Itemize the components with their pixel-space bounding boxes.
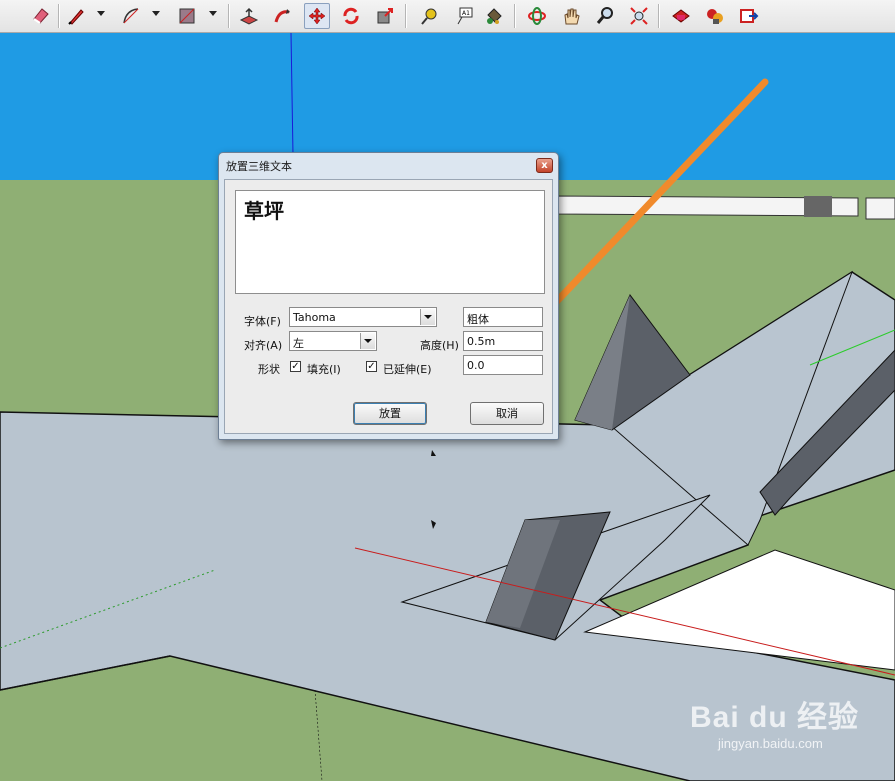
rotate-icon[interactable] (338, 3, 364, 29)
height-input[interactable]: 0.5m (463, 331, 543, 351)
eraser-icon[interactable] (28, 3, 54, 29)
zoom-icon[interactable] (592, 3, 618, 29)
align-select[interactable]: 左 (289, 331, 377, 351)
text-icon[interactable]: A1 (451, 3, 477, 29)
move-icon[interactable] (304, 3, 330, 29)
shape-label: 形状 (258, 363, 280, 376)
arc-dropdown[interactable] (152, 11, 160, 16)
components-icon[interactable] (702, 3, 728, 29)
font-select[interactable]: Tahoma (289, 307, 437, 327)
extrude-label: 已延伸(E) (383, 363, 432, 376)
height-label: 高度(H) (420, 339, 459, 352)
dialog-body: 草坪 字体(F) Tahoma 粗体 对齐(A) 左 高度(H) 0.5m 形状… (224, 179, 553, 434)
chevron-down-icon (420, 309, 435, 325)
chevron-down-icon (360, 333, 375, 349)
place-3d-text-dialog: 放置三维文本 x 草坪 字体(F) Tahoma 粗体 对齐(A) 左 高度(H… (218, 152, 559, 440)
font-select-value: Tahoma (293, 311, 336, 324)
warehouse-icon[interactable] (668, 3, 694, 29)
baidu-watermark: Bai du 经验 jingyan.baidu.com (690, 690, 890, 760)
pencil-dropdown[interactable] (97, 11, 105, 16)
font-style-value: 粗体 (467, 313, 489, 326)
align-label: 对齐(A) (244, 339, 283, 352)
share-model-icon[interactable] (736, 3, 762, 29)
font-label: 字体(F) (244, 315, 281, 328)
extrude-input[interactable]: 0.0 (463, 355, 543, 375)
align-select-value: 左 (293, 337, 304, 350)
zoom-extents-icon[interactable] (626, 3, 652, 29)
paint-bucket-icon[interactable] (481, 3, 507, 29)
font-style-select[interactable]: 粗体 (463, 307, 543, 327)
pencil-icon[interactable] (63, 3, 89, 29)
arc-icon[interactable] (118, 3, 144, 29)
fill-checkbox[interactable]: ✓ (290, 361, 301, 372)
follow-me-icon[interactable] (270, 3, 296, 29)
place-button[interactable]: 放置 (353, 402, 427, 425)
rectangle-icon[interactable] (174, 3, 200, 29)
pan-icon[interactable] (558, 3, 584, 29)
watermark-url: jingyan.baidu.com (718, 736, 823, 751)
scale-icon[interactable] (372, 3, 398, 29)
push-pull-icon[interactable] (236, 3, 262, 29)
cancel-button[interactable]: 取消 (470, 402, 544, 425)
rectangle-dropdown[interactable] (209, 11, 217, 16)
svg-text:A1: A1 (462, 10, 470, 17)
extrude-checkbox[interactable]: ✓ (366, 361, 377, 372)
dialog-title: 放置三维文本 (226, 160, 292, 173)
fill-label: 填充(I) (307, 363, 341, 376)
tape-measure-icon[interactable] (416, 3, 442, 29)
close-icon[interactable]: x (536, 158, 553, 173)
text-content-input[interactable]: 草坪 (235, 190, 545, 294)
toolbar: A1 (0, 0, 895, 33)
watermark-brand: Bai du 经验 (690, 701, 860, 734)
orbit-icon[interactable] (524, 3, 550, 29)
